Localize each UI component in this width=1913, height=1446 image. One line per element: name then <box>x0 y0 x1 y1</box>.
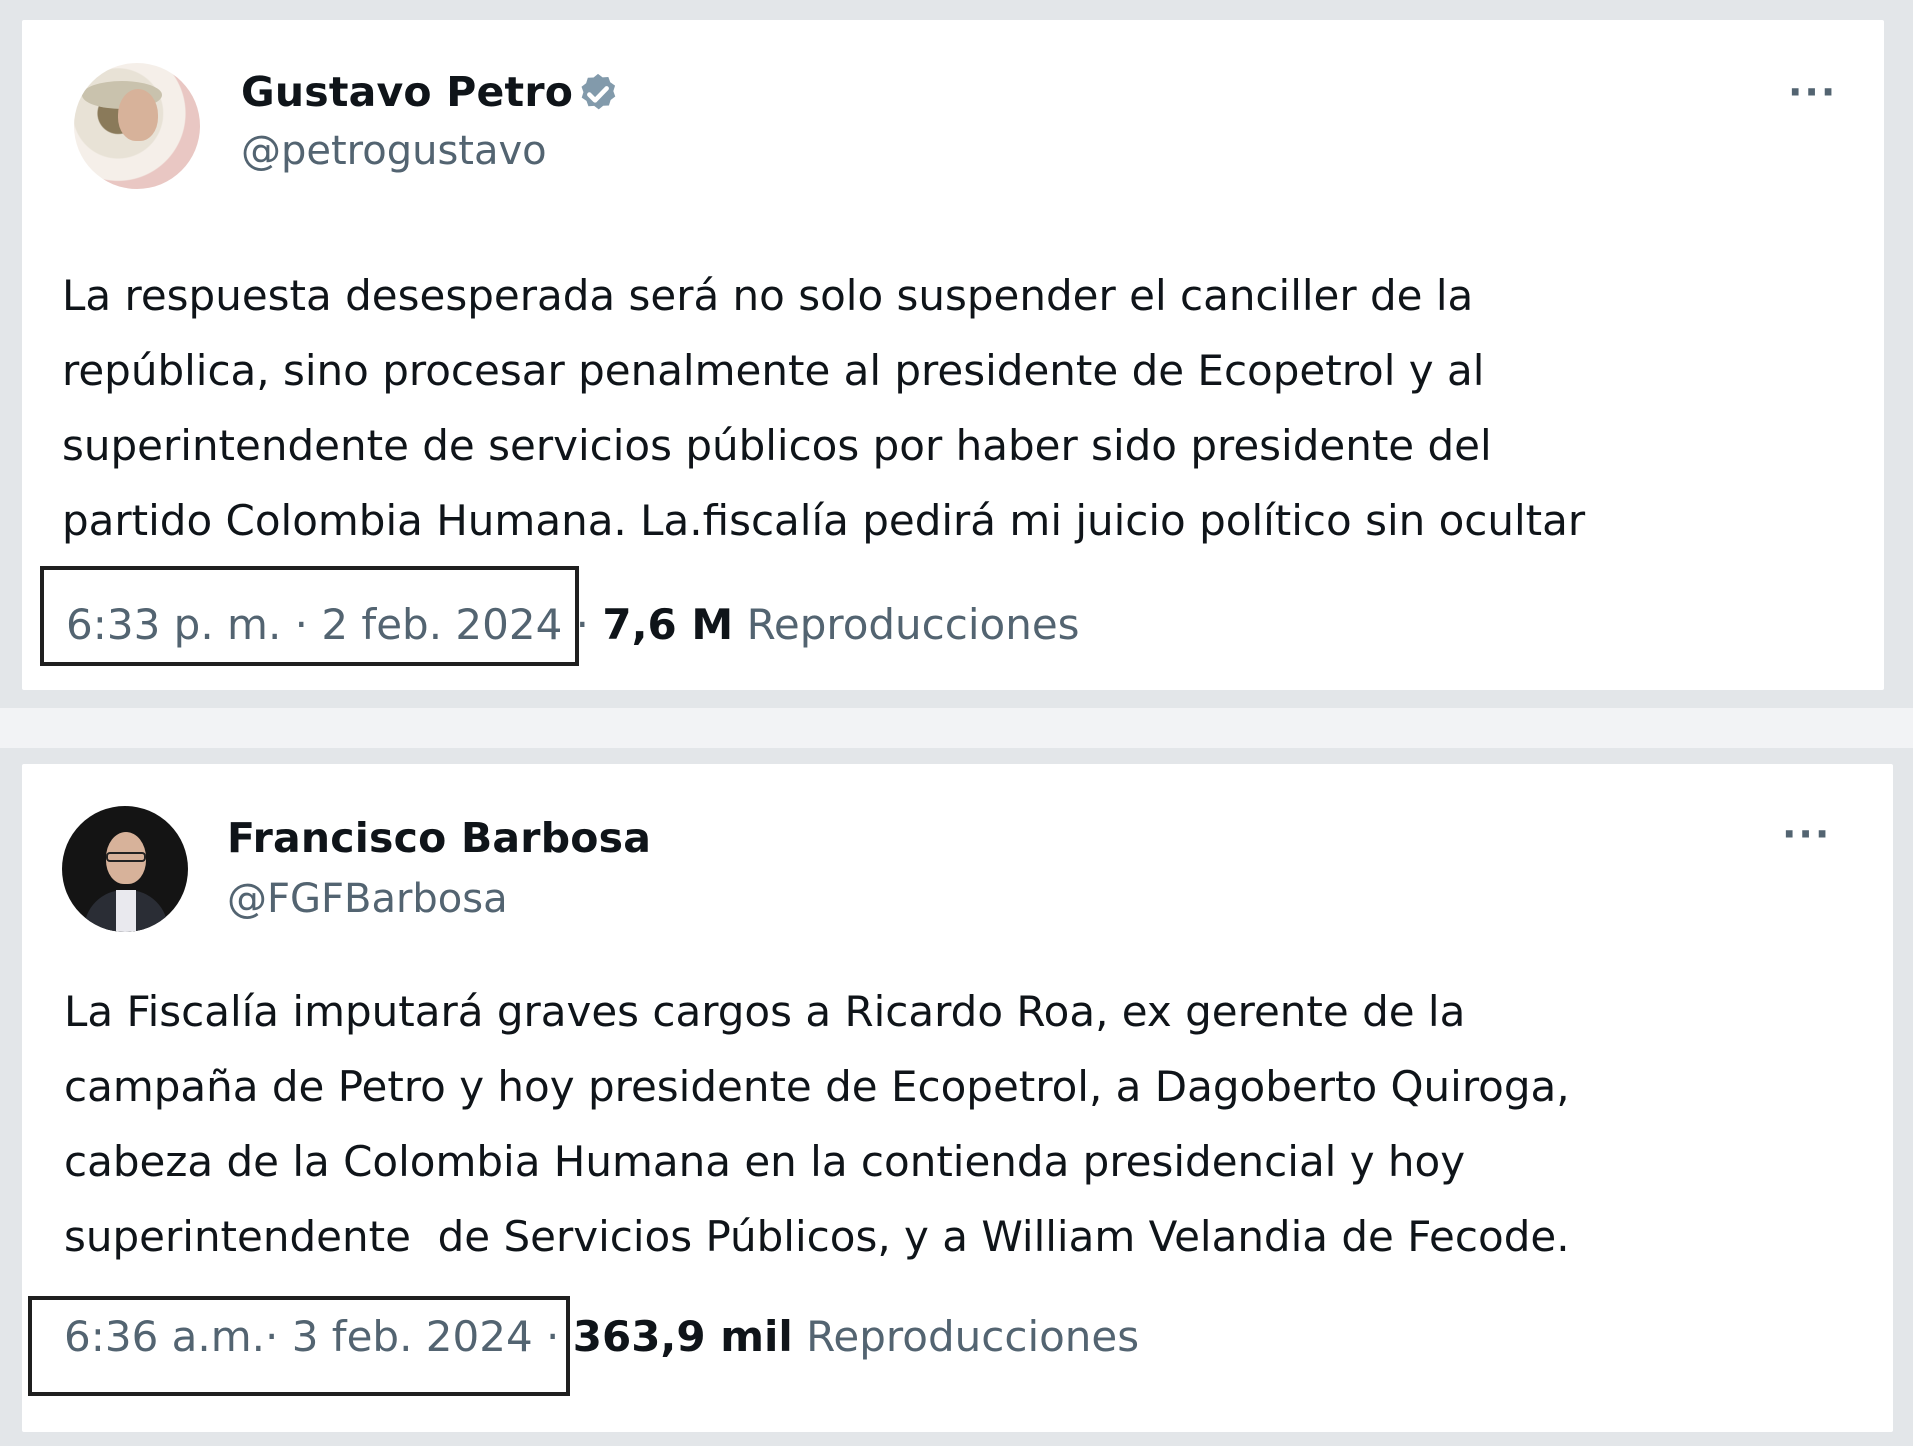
author-handle[interactable]: @FGFBarbosa <box>227 876 508 922</box>
views-count: 7,6 M <box>602 600 734 649</box>
verified-badge-icon <box>581 73 616 110</box>
shirt-shape <box>116 890 136 932</box>
timestamp-highlight-box <box>28 1296 570 1396</box>
author-name[interactable]: Gustavo Petro <box>241 68 573 116</box>
tweet-text: La respuesta desesperada será no solo su… <box>62 271 1586 545</box>
author-name[interactable]: Francisco Barbosa <box>227 814 651 862</box>
more-options-icon[interactable]: ··· <box>1782 812 1831 856</box>
card-divider <box>0 708 1913 748</box>
timestamp-highlight-box <box>40 566 579 666</box>
tweet-card-petro[interactable]: Gustavo Petro @petrogustavo ··· La respu… <box>22 20 1884 690</box>
face-shape <box>118 89 158 141</box>
tweet-text: La Fiscalía imputará graves cargos a Ric… <box>64 987 1570 1261</box>
avatar[interactable] <box>62 806 188 932</box>
author-handle[interactable]: @petrogustavo <box>241 128 547 174</box>
views-count: 363,9 mil <box>572 1312 793 1361</box>
tweet-card-barbosa[interactable]: Francisco Barbosa @FGFBarbosa ··· La Fis… <box>22 764 1893 1432</box>
glasses-shape <box>106 852 146 862</box>
views-label: Reproducciones <box>806 1312 1140 1361</box>
avatar[interactable] <box>74 63 200 189</box>
views-label: Reproducciones <box>746 600 1080 649</box>
more-options-icon[interactable]: ··· <box>1788 70 1837 114</box>
